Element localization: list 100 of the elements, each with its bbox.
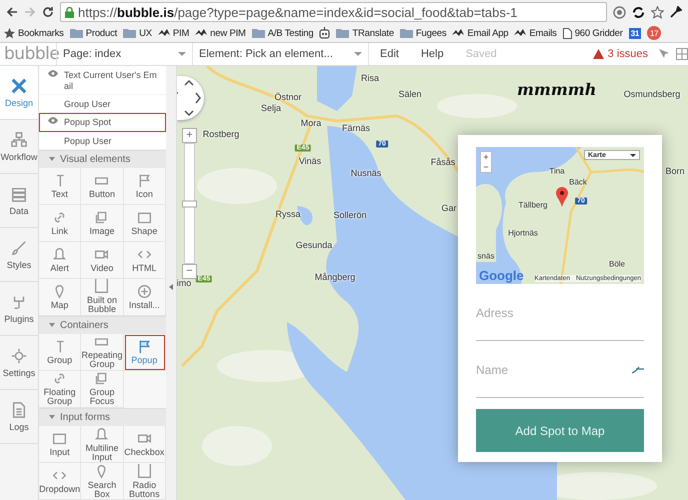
bookmark-link[interactable]: 960 Gridder [574,28,623,38]
zoom-out-button[interactable]: − [481,162,491,172]
bookmark-link[interactable]: A/B Testing [268,28,314,38]
place-label: snäs [478,252,494,260]
layer-label: Popup Spot [64,117,112,128]
notification-badge[interactable]: 17 [647,26,662,40]
bookmark-link[interactable]: TRanslate [352,28,394,38]
place-label: Nusnäs [350,168,382,178]
palette-item[interactable]: Search Box [81,463,124,500]
section-header[interactable]: Containers [39,316,166,334]
document-icon [562,28,572,38]
star-icon[interactable] [651,6,664,18]
bookmark-link[interactable]: Email App [467,28,508,38]
place-label: Sollerön [333,210,367,220]
element-icon [136,338,152,354]
palette-item[interactable]: Popup [124,334,166,371]
bookmark-link[interactable]: Emails [529,28,557,38]
place-label: Vinäs [298,156,322,166]
place-label: Gar [442,203,456,213]
section-header[interactable]: Visual elements [39,150,166,168]
element-icon [136,284,152,299]
pointer-icon[interactable] [658,48,670,60]
bookmark-link[interactable]: UX [139,28,152,38]
eyedropper-icon[interactable] [670,6,682,18]
place-label: Sälen [398,89,422,99]
element-icon [136,210,152,225]
bird-icon [452,28,464,38]
sidebar-tab[interactable]: Styles [0,228,38,282]
place-label: Östnor [274,92,302,102]
handwritten-note: mmmmh [517,80,596,99]
bookmark-link[interactable]: new PIM [210,28,246,38]
sync-icon[interactable] [632,6,645,18]
sidebar-tab[interactable]: Logs [0,390,38,444]
place-label: Osmundsberg [624,89,680,99]
bookmark-link[interactable]: Fugees [416,28,446,38]
zoom-slider[interactable] [184,143,195,264]
element-icon [136,464,152,478]
palette-item[interactable]: Alert [39,242,82,279]
menu-item[interactable]: Edit [369,48,410,60]
bird-icon [195,28,208,38]
palette-item[interactable]: Group [39,334,82,371]
element-icon [52,210,68,225]
address-bar[interactable]: https://bubble.is/page?type=page&name=index&id=social_food&tab=tabs-1 [60,2,607,22]
place-label: Mångberg [314,272,356,282]
place-label: imo [177,278,192,288]
place-label: Tällberg [518,200,548,210]
calendar-bookmark[interactable]: 31 [628,28,642,38]
back-arrow-icon[interactable] [6,6,18,18]
collapse-arrow-icon[interactable] [169,284,173,290]
layer-label: Popup User [64,136,113,147]
element-dropdown[interactable]: Element: Pick an element... [192,43,369,65]
palette-item[interactable]: Link [39,204,82,242]
place-label: Bäck [569,178,587,186]
element-icon [94,426,110,442]
zoom-out-button[interactable]: − [182,264,197,279]
palette-item[interactable]: Input [39,426,82,463]
grid-icon[interactable] [676,48,688,60]
cross-icon [11,78,27,94]
zoom-in-button[interactable]: + [481,152,491,162]
target-icon[interactable] [613,6,626,18]
palette-item[interactable]: Repeating Group [81,334,124,371]
palette-item[interactable]: Text [39,168,82,205]
palette-item[interactable]: Image [81,204,124,242]
element-icon [94,371,110,386]
robot-icon [319,27,330,39]
reload-icon[interactable] [42,6,54,18]
palette-item[interactable]: Dropdown [39,463,82,500]
palette-item[interactable]: Multiline Input [81,426,124,463]
url-text: https://bubble.is/page?type=page&name=index&id=social_food&tab=tabs-1 [78,4,518,20]
element-icon [52,371,68,386]
zoom-handle[interactable] [182,200,197,207]
eye-icon[interactable] [46,70,60,77]
bird-icon [514,28,526,38]
place-label: Mora [300,118,322,128]
place-label: Gesunda [296,240,332,250]
palette-item[interactable]: Video [81,242,124,279]
element-icon [52,431,68,446]
place-label: Fåsås [430,157,456,167]
zoom-in-button[interactable]: + [182,128,197,143]
place-label: Selja [261,103,281,113]
palette-item[interactable]: Button [81,168,124,205]
layer-row[interactable]: Popup Spot [39,113,166,132]
sidebar-tab[interactable]: Settings [0,336,38,390]
layer-label: Group User [64,98,112,110]
eye-icon[interactable] [46,117,60,124]
bookmark-link[interactable]: PIM [172,28,190,38]
issues-link[interactable]: 3 issues [592,48,658,60]
place-label: Rostberg [202,129,240,139]
sidebar-tab[interactable]: Workflow [0,120,38,174]
bookmark-link[interactable]: Product [86,28,118,38]
element-icon [136,172,152,188]
sidebar-tab[interactable]: Design [0,66,38,120]
place-label: Färnäs [342,123,370,133]
document-icon [11,402,27,418]
sidebar-tab[interactable]: Data [0,174,38,228]
bookmark-link[interactable]: Bookmarks [18,28,64,38]
sidebar-tab[interactable]: Plugins [0,282,38,336]
section-header[interactable]: Input forms [39,408,166,426]
menu-item[interactable]: Help [410,48,455,60]
layer-row[interactable]: Popup User [39,132,166,150]
